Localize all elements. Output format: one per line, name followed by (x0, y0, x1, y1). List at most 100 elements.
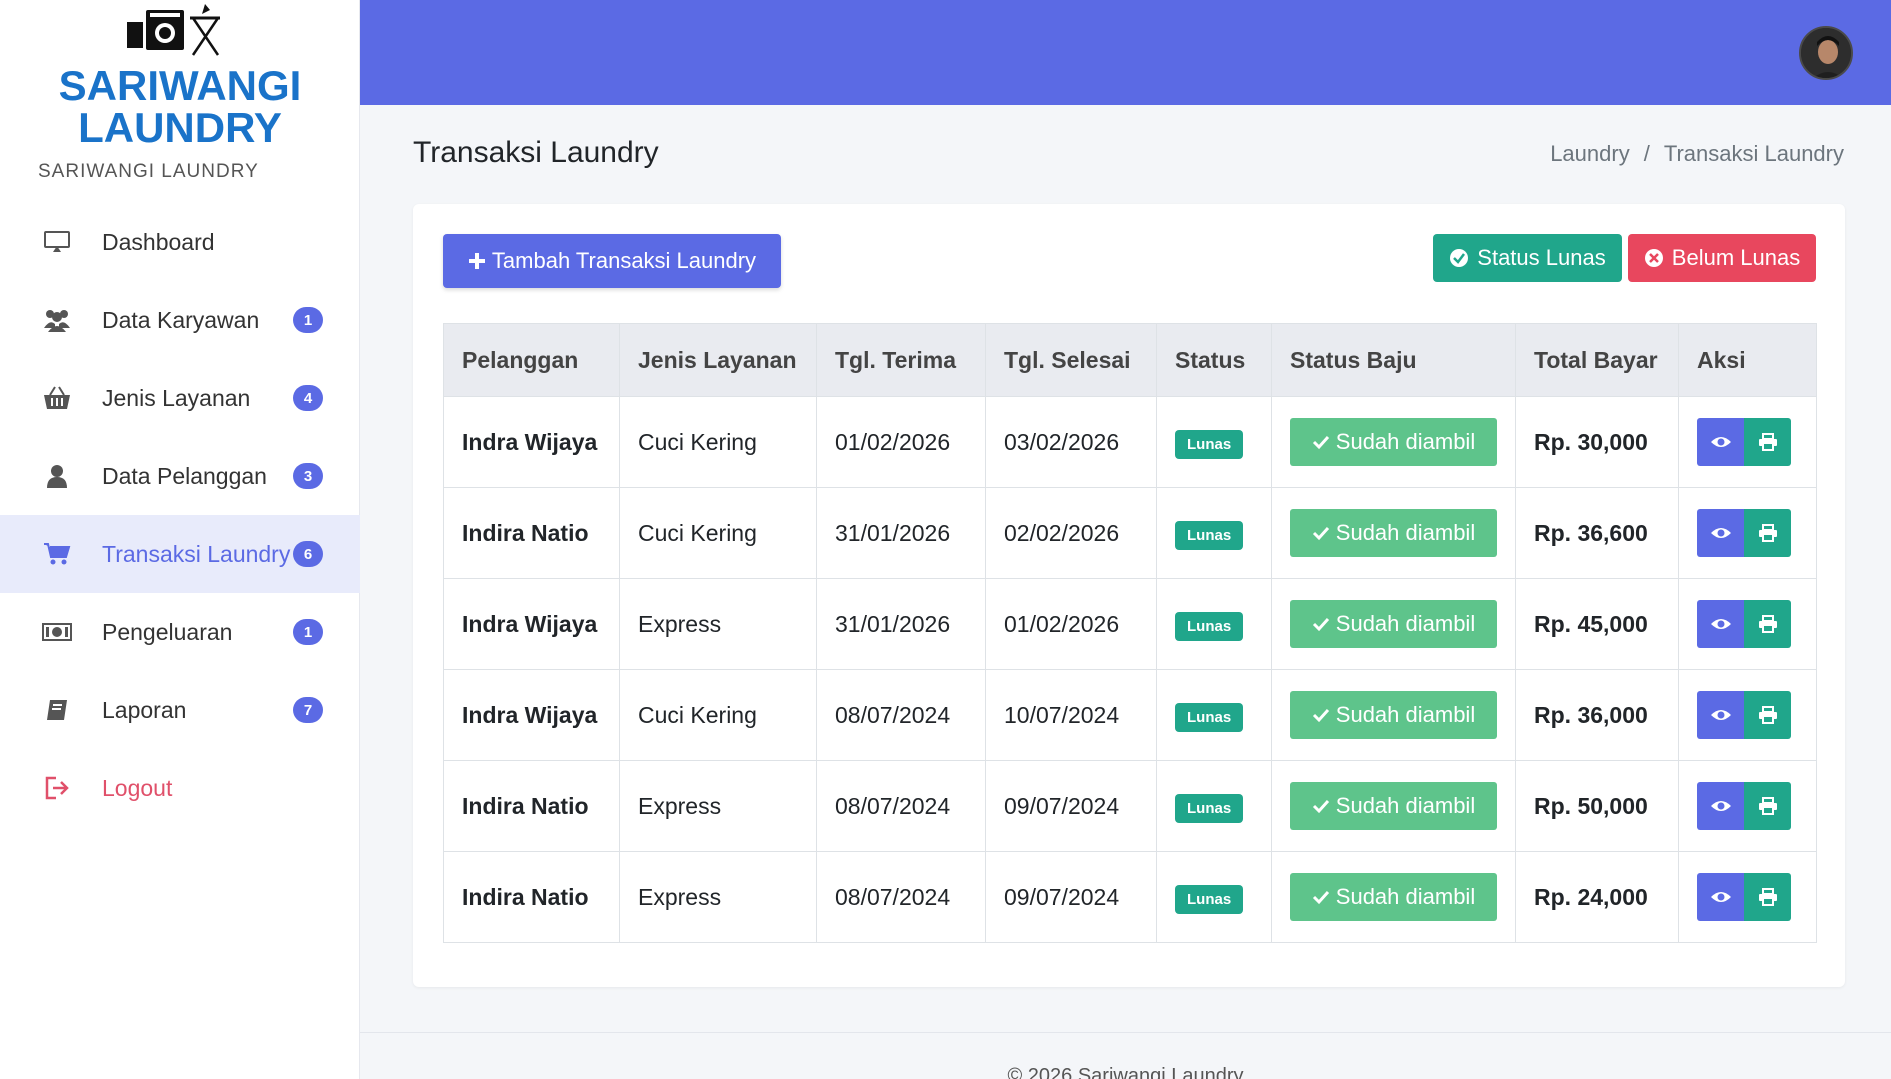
sidebar-item-data-karyawan[interactable]: Data Karyawan 1 (0, 281, 360, 359)
check-icon (1312, 617, 1329, 632)
footer: © 2026 Sariwangi Laundry (360, 1032, 1891, 1079)
table-row: Indira Natio Cuci Kering 31/01/2026 02/0… (443, 487, 1817, 579)
money-icon (42, 619, 72, 645)
print-button[interactable] (1744, 509, 1791, 557)
sudah-diambil-button[interactable]: Sudah diambil (1290, 782, 1497, 830)
cell-tgl-terima: 08/07/2024 (816, 669, 986, 761)
cell-status-baju: Sudah diambil (1271, 396, 1516, 488)
sidebar-item-jenis-layanan[interactable]: Jenis Layanan 4 (0, 359, 360, 437)
cell-status: Lunas (1156, 396, 1272, 488)
users-icon (42, 307, 72, 333)
sudah-diambil-label: Sudah diambil (1335, 429, 1476, 454)
column-header-tgl-selesai[interactable]: Tgl. Selesai (985, 323, 1157, 397)
print-button[interactable] (1744, 418, 1791, 466)
status-badge: Lunas (1175, 429, 1244, 459)
plus-icon (468, 253, 485, 269)
sidebar-item-logout[interactable]: Logout (0, 749, 360, 827)
cell-jenis-layanan: Cuci Kering (619, 396, 817, 488)
belum-lunas-button[interactable]: Belum Lunas (1628, 234, 1816, 282)
breadcrumb-item-laundry[interactable]: Laundry (1550, 141, 1630, 167)
column-header-pelanggan[interactable]: Pelanggan (443, 323, 620, 397)
table-row: Indra Wijaya Express 31/01/2026 01/02/20… (443, 578, 1817, 670)
status-lunas-label: Status Lunas (1477, 245, 1606, 270)
sudah-diambil-button[interactable]: Sudah diambil (1290, 600, 1497, 648)
view-button[interactable] (1697, 418, 1744, 466)
print-button[interactable] (1744, 782, 1791, 830)
brand-subtitle: SARIWANGI LAUNDRY (38, 161, 259, 182)
sudah-diambil-button[interactable]: Sudah diambil (1290, 873, 1497, 921)
cell-status-baju: Sudah diambil (1271, 578, 1516, 670)
sudah-diambil-button[interactable]: Sudah diambil (1290, 418, 1497, 466)
count-badge: 4 (293, 385, 323, 411)
cell-status: Lunas (1156, 578, 1272, 670)
column-header-status-baju[interactable]: Status Baju (1271, 323, 1516, 397)
cell-pelanggan: Indra Wijaya (443, 578, 620, 670)
sidebar-item-pengeluaran[interactable]: Pengeluaran 1 (0, 593, 360, 671)
table-row: Indra Wijaya Cuci Kering 01/02/2026 03/0… (443, 396, 1817, 488)
view-button[interactable] (1697, 600, 1744, 648)
cell-pelanggan: Indira Natio (443, 487, 620, 579)
add-transaction-button[interactable]: Tambah Transaksi Laundry (443, 234, 781, 288)
table-row: Indra Wijaya Cuci Kering 08/07/2024 10/0… (443, 669, 1817, 761)
view-button[interactable] (1697, 873, 1744, 921)
print-button[interactable] (1744, 600, 1791, 648)
sudah-diambil-button[interactable]: Sudah diambil (1290, 691, 1497, 739)
sidebar: SARIWANGI LAUNDRY SARIWANGI LAUNDRY Dash… (0, 0, 360, 1079)
printer-icon (1758, 524, 1777, 542)
user-icon (42, 463, 72, 489)
cell-total-bayar: Rp. 50,000 (1515, 760, 1679, 852)
transaction-card: Tambah Transaksi Laundry Status Lunas Be… (413, 204, 1845, 987)
print-button[interactable] (1744, 691, 1791, 739)
belum-lunas-label: Belum Lunas (1671, 245, 1801, 270)
check-icon (1312, 708, 1329, 723)
cell-tgl-selesai: 01/02/2026 (985, 578, 1157, 670)
sudah-diambil-label: Sudah diambil (1335, 611, 1476, 636)
laundry-icon (127, 4, 220, 56)
status-lunas-button[interactable]: Status Lunas (1433, 234, 1622, 282)
sidebar-item-label: Pengeluaran (102, 618, 233, 645)
eye-icon (1710, 892, 1731, 902)
cell-status-baju: Sudah diambil (1271, 669, 1516, 761)
cell-aksi (1678, 760, 1817, 852)
sidebar-menu: Dashboard Data Karyawan 1 Jenis Layanan … (0, 203, 360, 827)
cell-aksi (1678, 396, 1817, 488)
status-badge: Lunas (1175, 520, 1244, 550)
table-header-row: Pelanggan Jenis Layanan Tgl. Terima Tgl.… (443, 323, 1817, 397)
column-header-status[interactable]: Status (1156, 323, 1272, 397)
topbar (360, 0, 1891, 105)
row-actions (1697, 600, 1798, 648)
sidebar-item-data-pelanggan[interactable]: Data Pelanggan 3 (0, 437, 360, 515)
cell-status-baju: Sudah diambil (1271, 851, 1516, 943)
print-button[interactable] (1744, 873, 1791, 921)
cell-tgl-terima: 08/07/2024 (816, 851, 986, 943)
sidebar-item-label: Data Karyawan (102, 306, 260, 333)
table-body: Indra Wijaya Cuci Kering 01/02/2026 03/0… (443, 396, 1817, 943)
sidebar-item-transaksi-laundry[interactable]: Transaksi Laundry 6 (0, 515, 360, 593)
column-header-total-bayar[interactable]: Total Bayar (1515, 323, 1679, 397)
cell-aksi (1678, 578, 1817, 670)
eye-icon (1710, 710, 1731, 720)
sudah-diambil-label: Sudah diambil (1335, 702, 1476, 727)
page-title: Transaksi Laundry (413, 136, 659, 169)
row-actions (1697, 509, 1798, 557)
cell-jenis-layanan: Express (619, 760, 817, 852)
view-button[interactable] (1697, 509, 1744, 557)
sidebar-item-laporan[interactable]: Laporan 7 (0, 671, 360, 749)
avatar[interactable] (1799, 26, 1853, 80)
count-badge: 3 (293, 463, 323, 489)
column-header-jenis-layanan[interactable]: Jenis Layanan (619, 323, 817, 397)
view-button[interactable] (1697, 782, 1744, 830)
brand-logo[interactable]: SARIWANGI LAUNDRY (50, 0, 310, 150)
column-header-tgl-terima[interactable]: Tgl. Terima (816, 323, 986, 397)
cell-pelanggan: Indira Natio (443, 851, 620, 943)
view-button[interactable] (1697, 691, 1744, 739)
sidebar-item-label: Laporan (102, 696, 187, 723)
cell-total-bayar: Rp. 36,000 (1515, 669, 1679, 761)
brand-logo-line2: LAUNDRY (78, 104, 282, 150)
cell-total-bayar: Rp. 24,000 (1515, 851, 1679, 943)
sudah-diambil-button[interactable]: Sudah diambil (1290, 509, 1497, 557)
sidebar-item-dashboard[interactable]: Dashboard (0, 203, 360, 281)
cell-status-baju: Sudah diambil (1271, 487, 1516, 579)
count-badge: 1 (293, 307, 323, 333)
book-icon (42, 697, 72, 723)
